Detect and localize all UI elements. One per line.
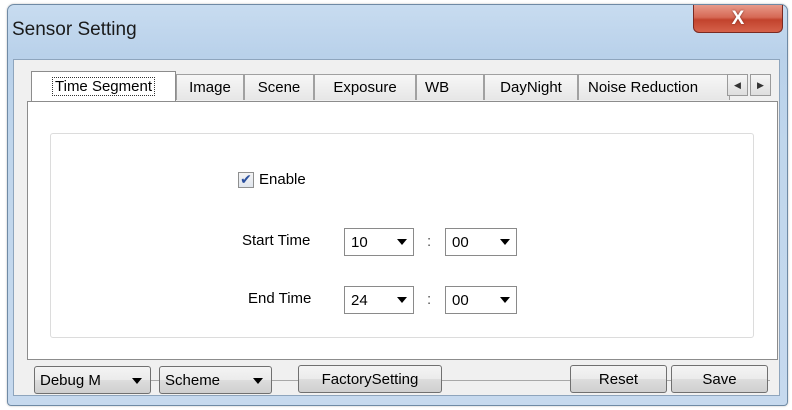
start-minute-value: 00 <box>452 233 469 251</box>
chevron-down-icon <box>500 239 510 245</box>
time-separator: : <box>427 291 432 308</box>
scheme-label: Scheme <box>165 371 221 389</box>
tab-daynight-label: DayNight <box>500 79 562 96</box>
tab-scroll-right-button[interactable]: ▶ <box>750 74 771 96</box>
factory-setting-button[interactable]: FactorySetting <box>298 365 442 393</box>
end-hour-value: 24 <box>351 291 368 309</box>
start-time-label: Start Time <box>242 232 311 249</box>
chevron-down-icon <box>132 378 142 384</box>
window-title: Sensor Setting <box>12 19 137 40</box>
tab-scene[interactable]: Scene <box>244 74 314 100</box>
end-minute-select[interactable]: 00 <box>445 286 517 314</box>
checkmark-icon: ✔ <box>240 171 252 187</box>
chevron-down-icon <box>397 239 407 245</box>
debug-mode-dropdown[interactable]: Debug M <box>34 366 151 394</box>
tab-image[interactable]: Image <box>176 74 244 100</box>
enable-label: Enable <box>259 171 306 188</box>
chevron-down-icon <box>500 297 510 303</box>
chevron-down-icon <box>253 378 263 384</box>
tab-scroll-left-button[interactable]: ◀ <box>727 74 748 96</box>
tab-noise-reduction-label: Noise Reduction <box>588 79 699 96</box>
tab-noise-reduction[interactable]: Noise Reduction <box>578 74 730 100</box>
save-button[interactable]: Save <box>671 365 768 393</box>
tab-exposure-label: Exposure <box>333 79 397 96</box>
tab-image-label: Image <box>189 79 231 96</box>
tab-wb[interactable]: WB <box>416 74 484 100</box>
enable-checkbox[interactable]: ✔ <box>238 171 254 188</box>
chevron-left-icon: ◀ <box>734 79 741 90</box>
tab-time-segment[interactable]: Time Segment <box>31 71 176 101</box>
end-minute-value: 00 <box>452 291 469 309</box>
tab-wb-label: WB <box>425 79 450 96</box>
tab-exposure[interactable]: Exposure <box>314 74 416 100</box>
tab-time-segment-label: Time Segment <box>52 77 155 96</box>
tab-scene-label: Scene <box>257 79 301 96</box>
enable-row: ✔ Enable <box>238 171 306 188</box>
start-hour-select[interactable]: 10 <box>344 228 414 256</box>
chevron-right-icon: ▶ <box>757 79 764 90</box>
scheme-dropdown[interactable]: Scheme <box>159 366 272 394</box>
tab-daynight[interactable]: DayNight <box>484 74 578 100</box>
start-minute-select[interactable]: 00 <box>445 228 517 256</box>
end-hour-select[interactable]: 24 <box>344 286 414 314</box>
reset-button[interactable]: Reset <box>570 365 667 393</box>
start-hour-value: 10 <box>351 233 368 251</box>
tab-scroll-controls: ◀ ▶ <box>727 74 771 96</box>
debug-mode-label: Debug M <box>40 371 101 389</box>
end-time-label: End Time <box>248 290 312 307</box>
time-separator: : <box>427 233 432 250</box>
close-button[interactable]: X <box>693 5 783 33</box>
chevron-down-icon <box>397 297 407 303</box>
